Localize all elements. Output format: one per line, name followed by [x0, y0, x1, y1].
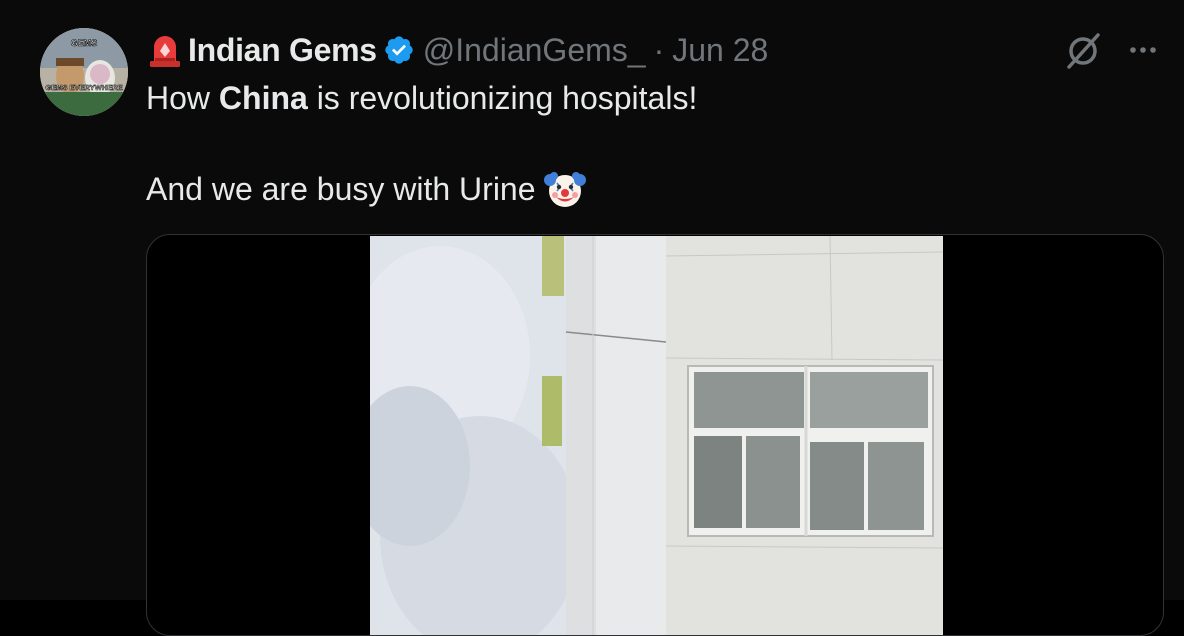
avatar-meme-image: GEMS GEMS EVERYWHERE	[40, 28, 128, 116]
tweet-text-prefix: How	[146, 80, 219, 116]
author-avatar[interactable]: GEMS GEMS EVERYWHERE	[40, 28, 128, 116]
header-separator: ·	[653, 31, 665, 68]
author-name[interactable]: Indian Gems	[188, 32, 377, 69]
avatar-bottom-text: GEMS EVERYWHERE	[45, 83, 122, 92]
avatar-top-text: GEMS	[71, 38, 98, 48]
tweet-date[interactable]: Jun 28	[672, 32, 768, 69]
video-thumbnail[interactable]	[370, 236, 943, 636]
video-media-card[interactable]	[146, 234, 1164, 636]
tweet-text-suffix: is revolutionizing hospitals!	[307, 80, 698, 116]
tweet-text-line-1: How China is revolutionizing hospitals!	[146, 80, 697, 117]
more-options-icon[interactable]	[1124, 36, 1162, 64]
tweet-card[interactable]: GEMS GEMS EVERYWHERE Indian Gems @Indian…	[0, 0, 1184, 636]
tweet-header: Indian Gems @IndianGems_ · Jun 28	[146, 30, 768, 70]
clown-face-emoji	[543, 172, 586, 207]
author-handle[interactable]: @IndianGems_	[423, 32, 646, 69]
tweet-text-line-2: And we are busy with Urine	[146, 168, 586, 210]
police-car-light-emoji	[150, 36, 180, 67]
grok-icon[interactable]	[1060, 28, 1106, 74]
tweet-text-bold: China	[218, 80, 308, 116]
tweet-text-line-2-content: And we are busy with Urine	[146, 170, 536, 207]
verified-badge-icon[interactable]	[383, 34, 415, 66]
